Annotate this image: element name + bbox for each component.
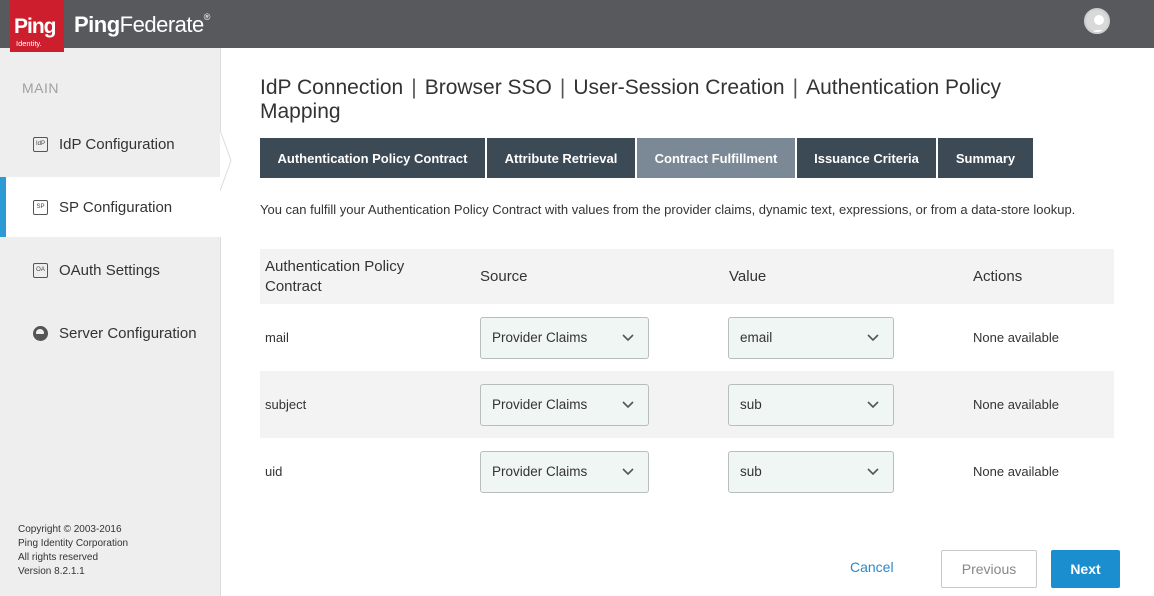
breadcrumb-separator: | xyxy=(411,76,417,99)
next-button[interactable]: Next xyxy=(1051,550,1120,588)
breadcrumb-separator: | xyxy=(559,76,566,99)
contract-fulfillment-table: Authentication Policy Contract Source Va… xyxy=(260,249,1114,505)
breadcrumb-separator: | xyxy=(792,76,799,99)
sidebar: MAIN IdP IdP Configuration SP SP Configu… xyxy=(0,48,222,596)
tab-authentication-policy-contract[interactable]: Authentication Policy Contract xyxy=(260,138,487,178)
chevron-down-icon xyxy=(867,400,879,408)
contract-attribute: mail xyxy=(265,329,289,345)
sidebar-item-label: SP Configuration xyxy=(59,198,173,216)
tab-summary[interactable]: Summary xyxy=(938,138,1033,178)
chevron-down-icon xyxy=(622,400,634,408)
column-header-source: Source xyxy=(480,268,528,285)
tab-attribute-retrieval[interactable]: Attribute Retrieval xyxy=(487,138,637,178)
chevron-down-icon xyxy=(622,467,634,475)
idp-icon: IdP xyxy=(33,136,48,152)
top-bar: Ping Identity. PingFederate® xyxy=(0,0,1154,52)
brand-mark: ® xyxy=(203,12,211,22)
actions-text: None available xyxy=(973,464,1060,479)
contract-attribute: uid xyxy=(265,463,283,479)
breadcrumb-browser-sso: Browser SSO xyxy=(424,76,552,99)
sidebar-item-label: Server Configuration xyxy=(59,324,197,342)
user-avatar-icon[interactable] xyxy=(1084,8,1110,34)
sidebar-item-label: OAuth Settings xyxy=(59,261,160,279)
source-select[interactable]: Provider Claims xyxy=(480,316,649,359)
source-select-value: Provider Claims xyxy=(492,397,588,412)
value-select-value: sub xyxy=(740,464,762,479)
sp-icon: SP xyxy=(33,199,48,215)
source-select-value: Provider Claims xyxy=(492,464,588,479)
sidebar-item-server-configuration[interactable]: Server Configuration xyxy=(0,303,221,363)
contract-attribute: subject xyxy=(265,396,307,412)
actions-text: None available xyxy=(973,330,1060,345)
server-config-icon xyxy=(33,325,48,341)
chevron-down-icon xyxy=(622,333,634,341)
sidebar-heading: MAIN xyxy=(22,80,59,96)
copyright-notice: Copyright © 2003-2016 Ping Identity Corp… xyxy=(18,523,128,579)
value-select[interactable]: email xyxy=(728,316,894,359)
column-header-value: Value xyxy=(729,268,767,285)
table-header: Authentication Policy Contract Source Va… xyxy=(260,249,1114,304)
wizard-tabs: Authentication Policy Contract Attribute… xyxy=(260,138,1033,178)
source-select[interactable]: Provider Claims xyxy=(480,450,649,493)
actions-text: None available xyxy=(973,397,1060,412)
column-header-actions: Actions xyxy=(973,268,1023,285)
column-header-contract: Authentication Policy Contract xyxy=(265,257,405,295)
sidebar-item-idp-configuration[interactable]: IdP IdP Configuration xyxy=(0,114,221,174)
value-select-value: email xyxy=(740,330,773,345)
brand-regular: Federate xyxy=(119,12,205,37)
sidebar-item-sp-configuration[interactable]: SP SP Configuration xyxy=(0,177,222,237)
previous-button[interactable]: Previous xyxy=(941,550,1037,588)
chevron-down-icon xyxy=(867,333,879,341)
source-select-value: Provider Claims xyxy=(492,330,588,345)
ping-logo[interactable]: Ping Identity. xyxy=(10,0,64,52)
value-select-value: sub xyxy=(740,397,762,412)
copyright-line: Copyright © 2003-2016 xyxy=(18,524,122,535)
table-row: subject Provider Claims sub None availab… xyxy=(260,371,1114,438)
breadcrumb: IdP Connection | Browser SSO | User-Session … xyxy=(260,76,1080,124)
company-line: Ping Identity Corporation xyxy=(18,538,129,549)
value-select[interactable]: sub xyxy=(728,383,894,426)
logo-text: Ping xyxy=(14,15,56,38)
table-row: mail Provider Claims email None availabl… xyxy=(260,304,1114,371)
tab-issuance-criteria[interactable]: Issuance Criteria xyxy=(797,138,938,178)
source-select[interactable]: Provider Claims xyxy=(480,383,649,426)
brand-bold: Ping xyxy=(74,12,120,37)
active-item-pointer xyxy=(220,130,232,191)
sidebar-item-oauth-settings[interactable]: OA OAuth Settings xyxy=(0,240,221,300)
tab-contract-fulfillment[interactable]: Contract Fulfillment xyxy=(637,138,797,178)
breadcrumb-user-session-creation: User-Session Creation xyxy=(573,76,785,99)
sidebar-item-label: IdP Configuration xyxy=(59,135,175,153)
rights-line: All rights reserved xyxy=(18,552,99,563)
product-name: PingFederate® xyxy=(74,12,210,38)
breadcrumb-idp-connection: IdP Connection xyxy=(260,76,404,99)
page-description: You can fulfill your Authentication Poli… xyxy=(260,202,1076,217)
table-row: uid Provider Claims sub None available xyxy=(260,438,1114,505)
oauth-icon: OA xyxy=(33,262,48,278)
cancel-button[interactable]: Cancel xyxy=(850,559,894,575)
logo-subtext: Identity. xyxy=(16,39,42,48)
value-select[interactable]: sub xyxy=(728,450,894,493)
chevron-down-icon xyxy=(867,467,879,475)
version-line: Version 8.2.1.1 xyxy=(18,566,85,577)
